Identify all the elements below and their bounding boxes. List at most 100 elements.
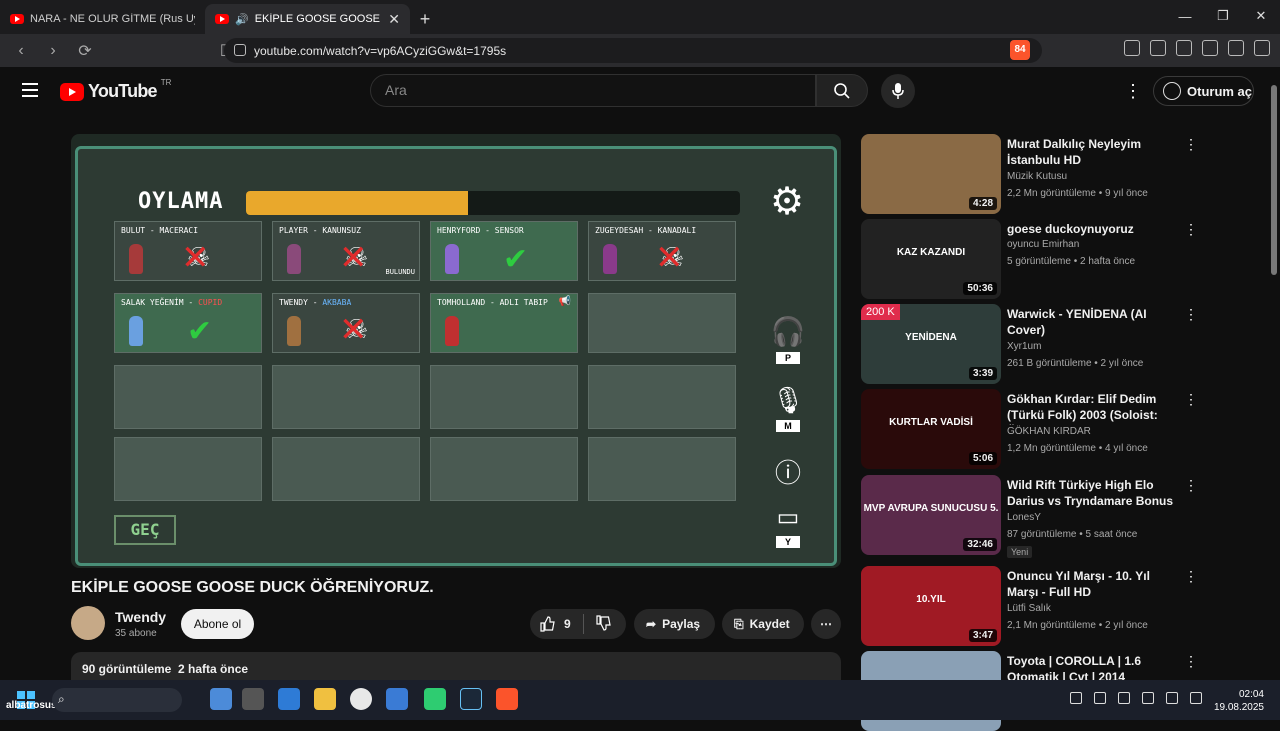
site-info-icon[interactable] (234, 44, 246, 56)
recommended-title[interactable]: goese duckoynuyoruz (1007, 221, 1177, 237)
video-player[interactable]: OYLAMA ⚙ BULUT - MACERACI☠PLAYER - KANUN… (71, 134, 841, 568)
page-scrollbar[interactable] (1268, 67, 1280, 680)
recommended-channel[interactable]: LonesY (1007, 512, 1041, 523)
recommended-video[interactable]: MVP AVRUPA SUNUCUSU 5. 32:46 Wild Rift Tür… (861, 475, 1201, 558)
recommended-channel[interactable]: oyuncu Emirhan (1007, 239, 1079, 250)
player-slot[interactable] (430, 437, 578, 501)
media-icon[interactable] (1150, 40, 1166, 56)
more-options-icon[interactable]: ⋮ (1184, 391, 1198, 408)
store-icon[interactable] (278, 688, 300, 710)
menu-icon[interactable] (1254, 40, 1270, 56)
recommended-title[interactable]: Gökhan Kırdar: Elif Dedim (Türkü Folk) 2… (1007, 391, 1177, 425)
steam-icon[interactable] (460, 688, 482, 710)
player-slot[interactable] (588, 437, 736, 501)
player-slot[interactable]: BULUT - MACERACI ☠ (114, 221, 262, 281)
video-thumbnail[interactable]: KURTLAR VADİSİ 5:06 (861, 389, 1001, 469)
voice-search-button[interactable] (881, 74, 915, 108)
player-slot[interactable]: HENRYFORD - SENSOR ✔ (430, 221, 578, 281)
close-window-button[interactable]: ✕ (1242, 0, 1280, 32)
info-icon[interactable]: ⓘ (770, 453, 806, 490)
volume-icon[interactable] (1166, 692, 1178, 704)
player-slot[interactable] (272, 365, 420, 429)
speaker-icon[interactable]: 🔊 (235, 13, 249, 26)
cloud-icon[interactable] (1190, 692, 1202, 704)
chevron-up-icon[interactable] (1070, 692, 1082, 704)
player-slot[interactable]: TWENDY - AKBABA ☠ (272, 293, 420, 353)
screenshot-icon[interactable] (1124, 40, 1140, 56)
file-explorer-icon[interactable] (314, 688, 336, 710)
chrome-icon[interactable] (350, 688, 372, 710)
recommended-channel[interactable]: GÖKHAN KIRDAR (1007, 426, 1091, 437)
player-slot[interactable] (114, 437, 262, 501)
recommended-title[interactable]: Wild Rift Türkiye High Elo Darius vs Try… (1007, 477, 1177, 511)
youtube-logo[interactable]: YouTube TR (60, 78, 171, 102)
taskbar-search-box[interactable]: ⌕ (52, 688, 182, 712)
settings-more-icon[interactable]: ⋮ (1124, 81, 1142, 102)
microphone-icon[interactable] (1118, 692, 1130, 704)
more-options-icon[interactable]: ⋮ (1184, 477, 1198, 494)
browser-tab[interactable]: NARA - NE OLUR GİTME (Rus Uyarlam (0, 4, 205, 34)
player-slot[interactable]: TOMHOLLAND - ADLI TABIP 📢 (430, 293, 578, 353)
more-actions-button[interactable]: ⋯ (811, 609, 841, 639)
vpn-icon[interactable] (1228, 40, 1244, 56)
more-options-icon[interactable]: ⋮ (1184, 568, 1198, 585)
recommended-video[interactable]: KAZ KAZANDI 50:36 goese duckoynuyoruz oyunc… (861, 219, 1201, 299)
network-icon[interactable] (1142, 692, 1154, 704)
player-slot[interactable]: ZUGEYDESAH - KANADALI ☠ (588, 221, 736, 281)
reload-button[interactable]: ⟳ (72, 38, 98, 64)
skip-vote-button[interactable]: GEÇ (114, 515, 176, 545)
share-button[interactable]: ➦ Paylaş (634, 609, 715, 639)
leo-ai-icon[interactable] (1202, 40, 1218, 56)
video-thumbnail[interactable]: 10.YIL 3:47 (861, 566, 1001, 646)
sidebar-icon[interactable] (1176, 40, 1192, 56)
task-view-icon[interactable] (242, 688, 264, 710)
mic-muted-icon[interactable]: 🎙 M (770, 385, 806, 434)
headphones-icon[interactable]: 🎧 P (770, 315, 806, 366)
chat-icon[interactable]: ▭ Y (770, 503, 806, 550)
browser-tab-active[interactable]: 🔊 EKİPLE GOOSE GOOSE DUCK ✕ (205, 4, 410, 34)
more-options-icon[interactable]: ⋮ (1184, 136, 1198, 153)
player-slot[interactable] (272, 437, 420, 501)
player-slot[interactable] (114, 365, 262, 429)
close-tab-icon[interactable]: ✕ (388, 11, 400, 28)
dislike-button[interactable] (596, 614, 612, 634)
channel-name[interactable]: Twendy (115, 609, 166, 625)
gear-icon[interactable]: ⚙ (770, 179, 804, 224)
recommended-video[interactable]: KURTLAR VADİSİ 5:06 Gökhan Kırdar: Elif De… (861, 389, 1201, 469)
brave-browser-icon[interactable] (496, 688, 518, 710)
forward-button[interactable]: › (40, 38, 66, 64)
video-thumbnail[interactable]: 4:28 (861, 134, 1001, 214)
scrollbar-thumb[interactable] (1271, 85, 1277, 275)
more-options-icon[interactable]: ⋮ (1184, 306, 1198, 323)
more-options-icon[interactable]: ⋮ (1184, 221, 1198, 238)
player-slot[interactable]: PLAYER - KANUNSUZ ☠ BULUNDU (272, 221, 420, 281)
new-tab-button[interactable]: + (410, 4, 440, 34)
taskbar-clock[interactable]: 02:04 19.08.2025 (1214, 688, 1264, 714)
video-thumbnail[interactable]: MVP AVRUPA SUNUCUSU 5. 32:46 (861, 475, 1001, 555)
recommended-video[interactable]: 4:28 Murat Dalkılıç Neyleyim İstanbulu HD… (861, 134, 1201, 214)
photos-icon[interactable] (386, 688, 408, 710)
save-button[interactable]: ⎘ Kaydet (722, 609, 804, 639)
storage-icon[interactable] (1094, 692, 1106, 704)
sign-in-button[interactable]: Oturum aç (1153, 76, 1254, 106)
hamburger-menu-icon[interactable] (22, 83, 38, 101)
recommended-video[interactable]: 200 K YENİDENA 3:39 Warwick - YENİDENA (AI … (861, 304, 1201, 384)
back-button[interactable]: ‹ (8, 38, 34, 64)
maximize-button[interactable]: ❐ (1204, 0, 1242, 32)
player-slot[interactable] (430, 365, 578, 429)
video-thumbnail[interactable]: 200 K YENİDENA 3:39 (861, 304, 1001, 384)
widget-icon[interactable] (210, 688, 232, 710)
recommended-title[interactable]: Onuncu Yıl Marşı - 10. Yıl Marşı - Full … (1007, 568, 1177, 600)
recommended-channel[interactable]: Lütfi Salık (1007, 603, 1051, 614)
minimize-button[interactable]: — (1166, 0, 1204, 32)
more-options-icon[interactable]: ⋮ (1184, 653, 1198, 670)
app-icon[interactable] (424, 688, 446, 710)
video-thumbnail[interactable]: KAZ KAZANDI 50:36 (861, 219, 1001, 299)
search-input[interactable]: Ara (370, 74, 816, 107)
recommended-title[interactable]: Warwick - YENİDENA (AI Cover) (1007, 306, 1177, 338)
like-button[interactable]: 9 (540, 616, 571, 632)
recommended-video[interactable]: 10.YIL 3:47 Onuncu Yıl Marşı - 10. Yıl Mar… (861, 566, 1201, 646)
player-slot[interactable]: SALAK YEĞENİM - CUPID ✔ (114, 293, 262, 353)
brave-shields-icon[interactable]: 84 (1010, 40, 1030, 60)
recommended-channel[interactable]: Xyr1um (1007, 341, 1041, 352)
